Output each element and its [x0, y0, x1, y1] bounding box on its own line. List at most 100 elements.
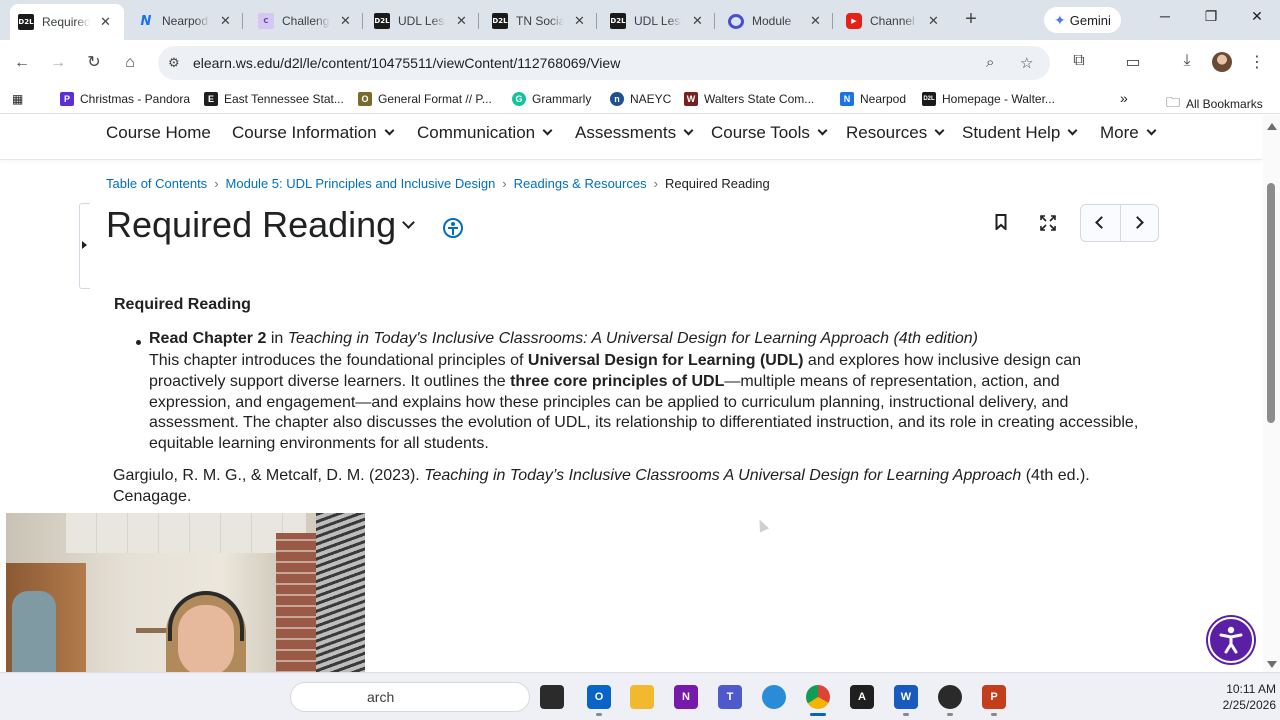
tab-search-icon[interactable]: ▭: [1122, 52, 1144, 72]
close-tab-icon[interactable]: ✕: [456, 13, 467, 29]
breadcrumb: Table of Contents › Module 5: UDL Principl…: [106, 176, 770, 191]
bookmark-homepage-walters[interactable]: D2L Homepage - Walter...: [922, 92, 1055, 106]
powerpoint-icon[interactable]: P: [982, 685, 1006, 709]
chevron-down-icon: [817, 125, 828, 136]
system-clock[interactable]: 10:11 AM 2/25/2026: [1186, 681, 1276, 713]
previous-topic-button[interactable]: [1081, 205, 1120, 241]
nav-more[interactable]: More: [1100, 123, 1157, 143]
close-tab-icon[interactable]: ✕: [928, 13, 939, 29]
nav-communication[interactable]: Communication: [417, 123, 553, 143]
d2l-favicon-icon: D2L: [18, 14, 34, 30]
nav-student-help[interactable]: Student Help: [962, 123, 1078, 143]
breadcrumb-readings-resources[interactable]: Readings & Resources: [514, 176, 647, 191]
scroll-down-icon[interactable]: [1267, 661, 1277, 668]
bookmarks-overflow-icon[interactable]: »: [1120, 90, 1128, 106]
onenote-icon[interactable]: N: [674, 685, 698, 709]
nav-course-information[interactable]: Course Information: [232, 123, 395, 143]
menu-kebab-icon[interactable]: ⋮: [1246, 52, 1268, 72]
breadcrumb-module-5[interactable]: Module 5: UDL Principles and Inclusive D…: [226, 176, 496, 191]
chevron-right-icon: [1131, 216, 1144, 229]
grammarly-icon: G: [512, 92, 526, 106]
download-icon[interactable]: ⤓: [1176, 52, 1198, 70]
tab-title: TN Social: [516, 14, 564, 28]
nav-course-tools[interactable]: Course Tools: [711, 123, 828, 143]
nav-course-home[interactable]: Course Home: [106, 123, 211, 143]
nav-assessments[interactable]: Assessments: [575, 123, 694, 143]
reload-icon[interactable]: ↻: [83, 52, 105, 74]
bullet-dot: [136, 340, 141, 345]
chevron-down-icon: [384, 125, 395, 136]
next-topic-button[interactable]: [1121, 205, 1160, 241]
breadcrumb-separator-icon: ›: [502, 176, 507, 191]
bookmark-general-format[interactable]: O General Format // P...: [358, 92, 492, 106]
bookmark-walters-state[interactable]: W Walters State Com...: [684, 92, 814, 106]
restore-icon[interactable]: ❐: [1201, 8, 1221, 25]
outlook-icon[interactable]: O: [587, 685, 611, 709]
tab-challenge[interactable]: C Challenge ✕: [250, 6, 363, 36]
bookmark-star-icon[interactable]: ☆: [1020, 54, 1033, 72]
minimize-icon[interactable]: ─: [1155, 8, 1175, 24]
accessibility-info-icon[interactable]: [443, 218, 463, 238]
tab-title: Module: [752, 14, 792, 28]
tab-udl-lesson[interactable]: D2L UDL Lesson ✕: [366, 6, 479, 36]
url-text[interactable]: elearn.ws.edu/d2l/le/content/10475511/vi…: [193, 55, 620, 71]
zoom-icon[interactable]: ⌕: [986, 54, 994, 71]
tab-channel[interactable]: ▶ Channel ✕: [838, 6, 950, 36]
accessibility-widget-button[interactable]: [1208, 617, 1254, 663]
file-explorer-icon[interactable]: [630, 685, 654, 709]
extensions-icon[interactable]: ⧉: [1068, 52, 1090, 70]
breadcrumb-table-of-contents[interactable]: Table of Contents: [106, 176, 207, 191]
site-info-icon[interactable]: ⚙: [168, 55, 180, 71]
close-window-icon[interactable]: ✕: [1247, 8, 1267, 25]
tab-required-reading[interactable]: D2L Required Reading ✕: [10, 4, 124, 40]
chrome-icon[interactable]: [806, 685, 830, 709]
topic-pager: [1080, 204, 1159, 242]
word-icon[interactable]: W: [894, 685, 918, 709]
teams-icon[interactable]: T: [718, 685, 742, 709]
bookmark-christmas-pandora[interactable]: P Christmas - Pandora: [60, 92, 190, 106]
home-icon[interactable]: ⌂: [119, 52, 141, 74]
apps-grid-icon[interactable]: ▦: [12, 92, 23, 106]
d2l-icon: D2L: [922, 92, 936, 106]
close-tab-icon[interactable]: ✕: [574, 13, 585, 29]
forward-icon[interactable]: →: [47, 52, 69, 74]
bookmark-naeyc[interactable]: n NAEYC: [610, 92, 671, 106]
recording-app-icon[interactable]: [938, 685, 962, 709]
bookmark-grammarly[interactable]: G Grammarly: [512, 92, 591, 106]
bookmark-nearpod[interactable]: N Nearpod: [840, 92, 906, 106]
bookmark-icon[interactable]: [995, 214, 1007, 230]
all-bookmarks-folder[interactable]: 🗀 All Bookmarks: [1166, 92, 1263, 116]
title-chevron-down-icon[interactable]: [402, 216, 415, 229]
tab-udl-lesson-2[interactable]: D2L UDL Lesson ✕: [602, 6, 715, 36]
tab-module[interactable]: Module ✕: [720, 6, 833, 36]
profile-avatar[interactable]: [1212, 52, 1232, 72]
close-tab-icon[interactable]: ✕: [692, 13, 703, 29]
gemini-button[interactable]: ✦ Gemini: [1044, 7, 1121, 33]
pandora-icon: P: [60, 92, 74, 106]
tab-tn-social[interactable]: D2L TN Social ✕: [484, 6, 597, 36]
nav-resources[interactable]: Resources: [846, 123, 945, 143]
close-tab-icon[interactable]: ✕: [100, 14, 111, 30]
tab-nearpod[interactable]: N Nearpod ✕: [130, 6, 243, 36]
tab-title: Challenge: [282, 14, 330, 28]
close-tab-icon[interactable]: ✕: [220, 13, 231, 29]
bookmark-east-tennessee[interactable]: E East Tennessee Stat...: [204, 92, 344, 106]
close-tab-icon[interactable]: ✕: [810, 13, 821, 29]
scroll-thumb[interactable]: [1267, 183, 1275, 423]
toc-panel-toggle[interactable]: [79, 203, 90, 289]
scroll-up-icon[interactable]: [1267, 123, 1277, 130]
course-navbar: Course Home Course Information Communica…: [0, 115, 1262, 160]
folder-icon: 🗀: [1166, 94, 1180, 110]
challenge-favicon-icon: C: [258, 13, 274, 29]
taskbar-search-input[interactable]: arch: [290, 682, 530, 712]
reading-assignment: Read Chapter 2 in Teaching in Today's In…: [149, 330, 978, 347]
close-tab-icon[interactable]: ✕: [340, 13, 351, 29]
fullscreen-icon[interactable]: [1040, 215, 1056, 231]
copilot-icon[interactable]: [762, 685, 786, 709]
back-icon[interactable]: ←: [11, 52, 33, 74]
new-tab-button[interactable]: +: [960, 8, 982, 32]
page-scrollbar[interactable]: [1263, 115, 1280, 672]
acrobat-icon[interactable]: A: [850, 685, 874, 709]
task-view-icon[interactable]: [540, 685, 564, 709]
address-bar[interactable]: ⚙ elearn.ws.edu/d2l/le/content/10475511/…: [158, 46, 1050, 80]
